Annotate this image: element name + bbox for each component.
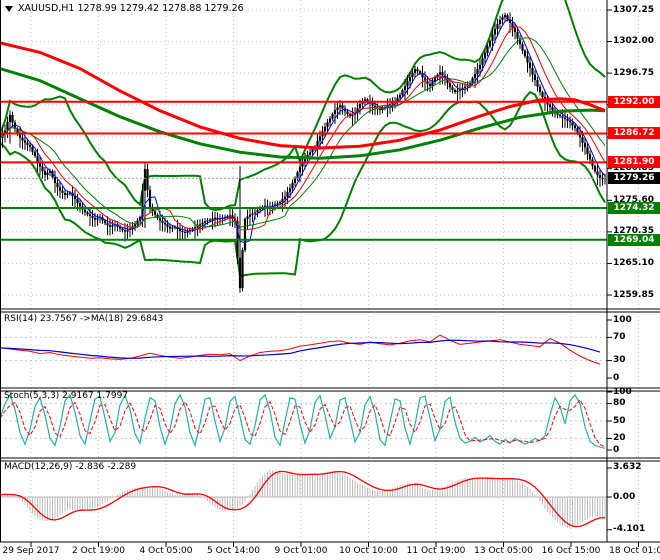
time-axis-label: 4 Oct 05:00	[139, 546, 193, 556]
price-axis-tick: 1296.75	[613, 67, 654, 78]
stoch-axis-tick: 80	[613, 398, 626, 409]
stoch-axis-tick: 50	[613, 415, 626, 426]
level-price-label: 1286.72	[608, 127, 660, 140]
current-price-label: 1279.26	[608, 172, 660, 185]
rsi-axis-tick: 0	[613, 372, 620, 383]
stoch-axis-tick: 20	[613, 432, 626, 443]
price-axis-tick: 1259.85	[613, 289, 654, 300]
rsi-axis-tick: 30	[613, 355, 626, 366]
macd-axis-tick: -4.101	[613, 524, 646, 535]
time-axis-label: 5 Oct 14:00	[207, 546, 260, 556]
stoch-axis-tick: 100	[613, 386, 632, 397]
macd-indicator-label: MACD(12,26,9) -2.836 -2.289	[4, 462, 137, 472]
chart-window: XAUUSD,H1 1278.99 1279.42 1278.88 1279.2…	[0, 0, 660, 560]
symbol-dropdown-icon[interactable]	[5, 5, 13, 12]
macd-axis-tick: 3.632	[613, 462, 642, 473]
rsi-axis-tick: 100	[613, 314, 632, 325]
stoch-indicator-label: Stoch(5,3,3) 2.9167 1.7997	[4, 391, 129, 401]
price-axis-tick: 1265.10	[613, 257, 654, 268]
rsi-axis-tick: 70	[613, 331, 626, 342]
price-axis-tick: 1302.00	[613, 36, 654, 47]
macd-axis-tick: 0.00	[613, 491, 636, 502]
time-axis-label: 18 Oct 01:00	[609, 546, 660, 556]
level-price-label: 1269.04	[608, 233, 660, 246]
level-price-label: 1274.32	[608, 201, 660, 214]
stoch-axis-tick: 0	[613, 444, 620, 455]
time-axis-label: 10 Oct 10:00	[339, 546, 398, 556]
chart-canvas[interactable]	[0, 0, 660, 560]
price-axis-tick: 1307.25	[613, 4, 654, 15]
time-axis-label: 9 Oct 01:00	[274, 546, 328, 556]
chart-title-bar: XAUUSD,H1 1278.99 1279.42 1278.88 1279.2…	[5, 3, 244, 14]
level-price-label: 1281.90	[608, 156, 660, 169]
time-axis-label: 16 Oct 15:00	[541, 546, 601, 556]
time-axis-label: 13 Oct 05:00	[474, 546, 533, 556]
time-axis-label: 29 Sep 2017	[2, 546, 60, 556]
level-price-label: 1292.00	[608, 95, 660, 108]
rsi-indicator-label: RSI(14) 23.7567 ->MA(18) 29.6843	[4, 314, 164, 324]
time-axis-label: 2 Oct 19:00	[72, 546, 125, 556]
chart-title: XAUUSD,H1 1278.99 1279.42 1278.88 1279.2…	[18, 3, 244, 14]
time-axis-label: 11 Oct 19:00	[406, 546, 466, 556]
